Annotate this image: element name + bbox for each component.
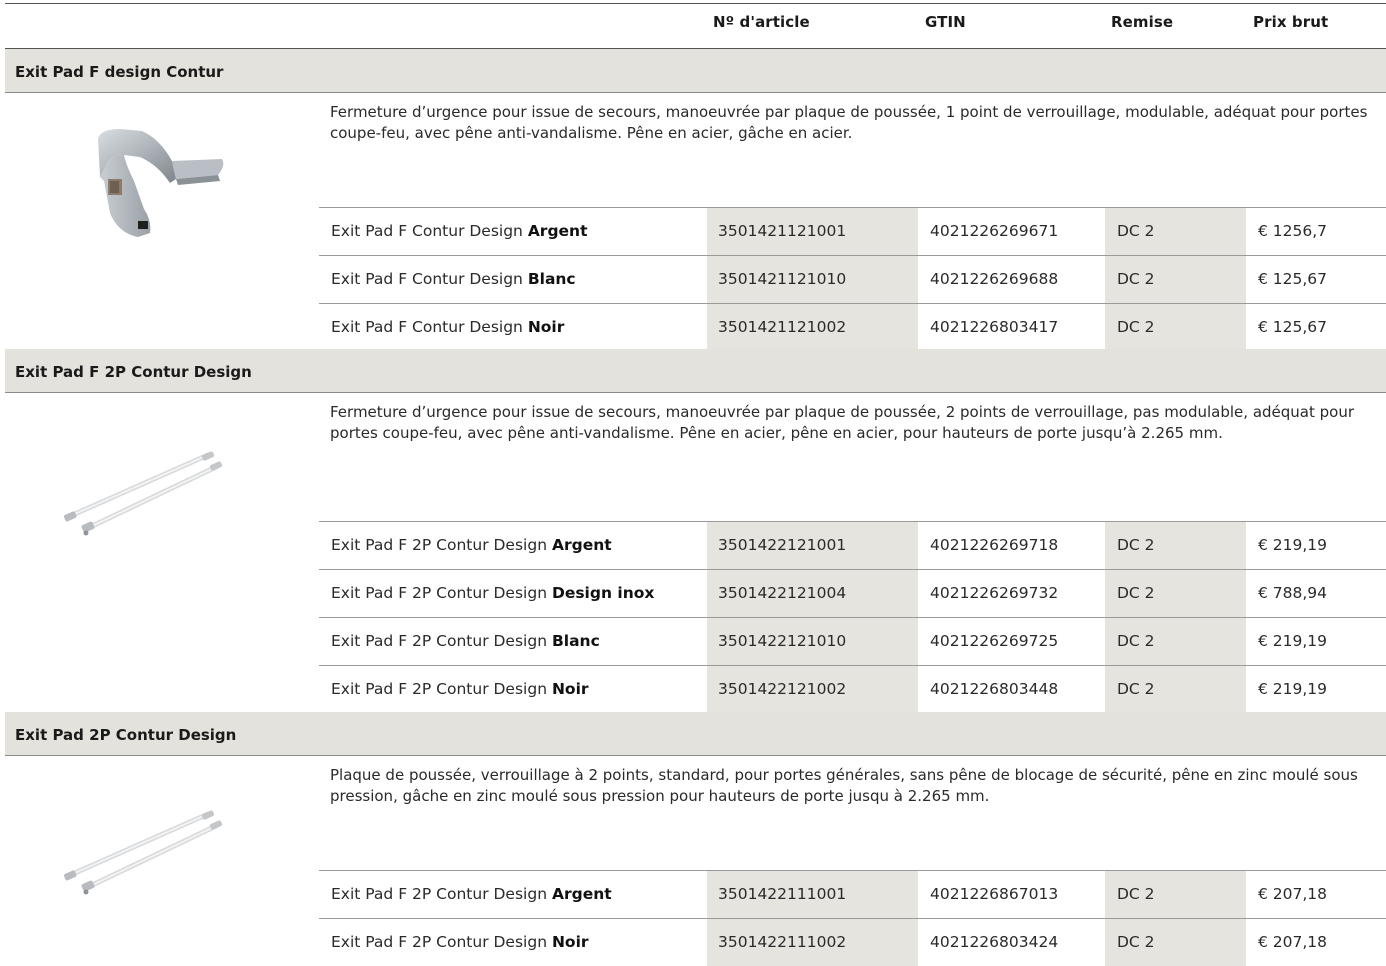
row-gtin: 4021226269671 <box>930 222 1059 240</box>
row-name: Exit Pad F 2P Contur Design Design inox <box>331 584 655 602</box>
row-gtin: 4021226269688 <box>930 270 1059 288</box>
table-row: Exit Pad F Contur Design Argent 35014211… <box>319 207 1386 255</box>
table-row: Exit Pad F 2P Contur Design Design inox … <box>319 569 1386 617</box>
row-remise: DC 2 <box>1105 666 1246 713</box>
row-article: 3501422121004 <box>707 570 918 617</box>
row-name: Exit Pad F 2P Contur Design Argent <box>331 885 612 903</box>
header-prix: Prix brut <box>1253 13 1329 31</box>
rods-image <box>60 806 230 896</box>
table-row: Exit Pad F 2P Contur Design Blanc 350142… <box>319 617 1386 665</box>
product-description: Fermeture d’urgence pour issue de secour… <box>330 103 1368 142</box>
row-prix: € 207,18 <box>1258 933 1328 951</box>
table-row: Exit Pad F Contur Design Blanc 350142112… <box>319 255 1386 303</box>
row-remise: DC 2 <box>1105 919 1246 966</box>
table-row: Exit Pad F 2P Contur Design Argent 35014… <box>319 521 1386 569</box>
row-prix: € 1256,7 <box>1258 222 1328 240</box>
row-remise: DC 2 <box>1105 304 1246 351</box>
row-remise: DC 2 <box>1105 208 1246 255</box>
row-prix: € 125,67 <box>1258 270 1328 288</box>
header-gtin: GTIN <box>925 13 966 31</box>
row-name: Exit Pad F 2P Contur Design Noir <box>331 933 589 951</box>
section-header: Exit Pad F design Contur <box>5 49 1386 93</box>
table-row: Exit Pad F 2P Contur Design Argent 35014… <box>319 870 1386 918</box>
row-article: 3501421121010 <box>707 256 918 303</box>
table-row: Exit Pad F Contur Design Noir 3501421121… <box>319 303 1386 351</box>
table-header: Nº d'article GTIN Remise Prix brut <box>5 4 1386 48</box>
row-article: 3501422111002 <box>707 919 918 966</box>
row-remise: DC 2 <box>1105 618 1246 665</box>
section-title: Exit Pad F design Contur <box>15 63 224 81</box>
header-remise: Remise <box>1111 13 1174 31</box>
row-article: 3501421121002 <box>707 304 918 351</box>
row-prix: € 125,67 <box>1258 318 1328 336</box>
table-row: Exit Pad F 2P Contur Design Noir 3501422… <box>319 918 1386 966</box>
row-gtin: 4021226269732 <box>930 584 1059 602</box>
row-name: Exit Pad F Contur Design Blanc <box>331 270 576 288</box>
row-remise: DC 2 <box>1105 256 1246 303</box>
row-name: Exit Pad F 2P Contur Design Argent <box>331 536 612 554</box>
row-remise: DC 2 <box>1105 522 1246 569</box>
row-article: 3501421121001 <box>707 208 918 255</box>
product-description: Fermeture d’urgence pour issue de secour… <box>330 403 1355 442</box>
product-section-exit-pad-2p-contur-design: Exit Pad 2P Contur Design Plaque de pous… <box>5 712 1386 966</box>
row-gtin: 4021226867013 <box>930 885 1059 903</box>
section-title: Exit Pad 2P Contur Design <box>15 726 237 744</box>
product-section-exit-pad-f-design-contur: Exit Pad F design Contur Fermeture d’urg… <box>5 49 1386 351</box>
row-prix: € 207,18 <box>1258 885 1328 903</box>
row-remise: DC 2 <box>1105 570 1246 617</box>
row-prix: € 219,19 <box>1258 536 1328 554</box>
row-prix: € 219,19 <box>1258 680 1328 698</box>
header-article: Nº d'article <box>713 13 810 31</box>
row-gtin: 4021226803424 <box>930 933 1059 951</box>
row-article: 3501422121001 <box>707 522 918 569</box>
row-name: Exit Pad F 2P Contur Design Blanc <box>331 632 600 650</box>
section-header: Exit Pad F 2P Contur Design <box>5 349 1386 393</box>
row-article: 3501422121010 <box>707 618 918 665</box>
row-gtin: 4021226803448 <box>930 680 1059 698</box>
row-prix: € 788,94 <box>1258 584 1328 602</box>
row-gtin: 4021226269718 <box>930 536 1059 554</box>
section-title: Exit Pad F 2P Contur Design <box>15 363 252 381</box>
row-name: Exit Pad F Contur Design Noir <box>331 318 565 336</box>
push-pad-lock-image <box>80 121 230 246</box>
table-row: Exit Pad F 2P Contur Design Noir 3501422… <box>319 665 1386 713</box>
product-description: Plaque de poussée, verrouillage à 2 poin… <box>330 766 1358 805</box>
section-header: Exit Pad 2P Contur Design <box>5 712 1386 756</box>
row-name: Exit Pad F 2P Contur Design Noir <box>331 680 589 698</box>
row-remise: DC 2 <box>1105 871 1246 918</box>
row-article: 3501422111001 <box>707 871 918 918</box>
row-name: Exit Pad F Contur Design Argent <box>331 222 588 240</box>
product-section-exit-pad-f-2p-contur-design: Exit Pad F 2P Contur Design Fermeture d’… <box>5 349 1386 713</box>
row-prix: € 219,19 <box>1258 632 1328 650</box>
row-gtin: 4021226803417 <box>930 318 1059 336</box>
rods-image <box>60 447 230 537</box>
row-article: 3501422121002 <box>707 666 918 713</box>
row-gtin: 4021226269725 <box>930 632 1059 650</box>
